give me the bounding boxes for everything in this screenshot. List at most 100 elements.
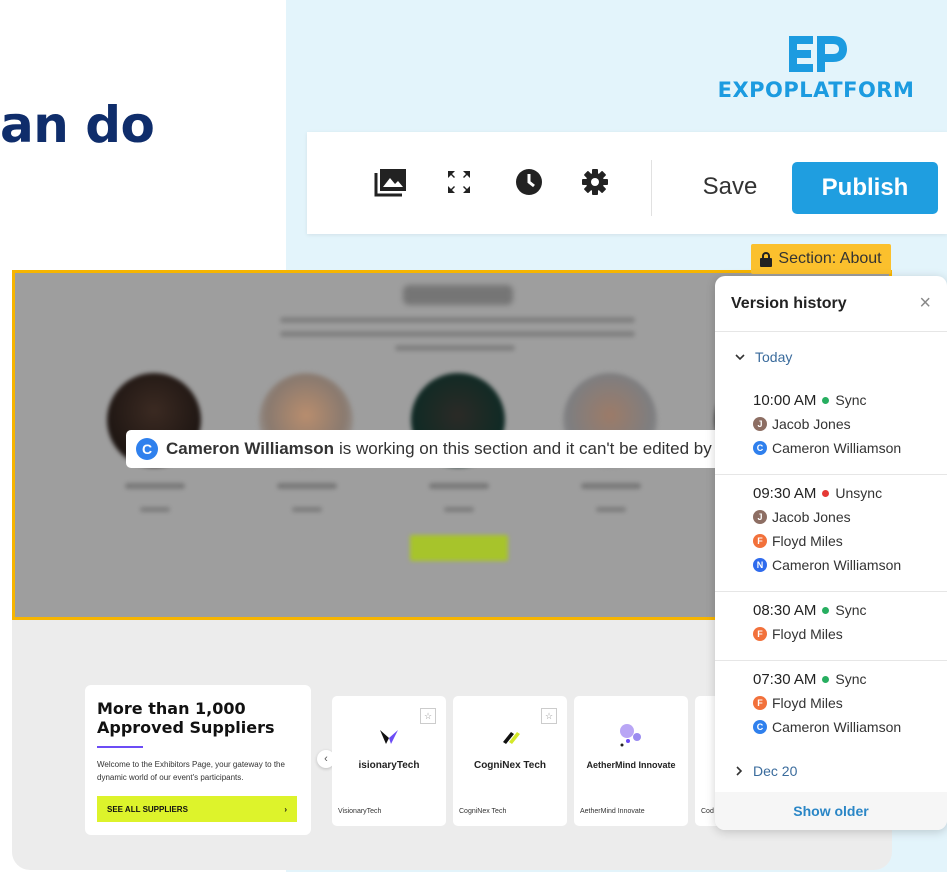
version-status: Unsync [835, 485, 883, 501]
version-user: J Jacob Jones [753, 505, 947, 529]
user-name: Jacob Jones [772, 416, 851, 432]
suppliers-description: Welcome to the Exhibitors Page, your gat… [97, 760, 285, 782]
exhibitor-name: Cod [701, 808, 714, 815]
version-status: Sync [835, 671, 867, 687]
blurred-speaker-name [429, 483, 489, 489]
gear-icon[interactable] [575, 162, 615, 202]
blurred-speaker-name [125, 483, 185, 489]
version-time: 10:00 AM [753, 391, 817, 409]
aethermind-logo-icon [574, 722, 688, 748]
user-name: Cameron Williamson [772, 440, 902, 456]
version-user: N Cameron Williamson [753, 553, 947, 577]
version-entry[interactable]: 09:30 AM Unsync J Jacob Jones F Floyd Miles N C… [715, 475, 947, 592]
exhibitor-name: CogniNex Tech [459, 808, 507, 815]
group-dec20-label: Dec 20 [753, 763, 798, 779]
toolbar-divider [651, 160, 652, 216]
status-dot-icon [822, 606, 830, 614]
version-time-row: 09:30 AM Unsync [753, 481, 947, 505]
user-name: Floyd Miles [772, 533, 843, 549]
version-entry[interactable]: 10:00 AM Sync J Jacob Jones C Cameron William… [715, 382, 947, 475]
version-entry[interactable]: 08:30 AM Sync F Floyd Miles [715, 592, 947, 661]
exhibitor-card[interactable]: AetherMind Innovate AetherMind Innovate [574, 696, 688, 826]
logo-text: EXPOPLATFORM [717, 78, 915, 102]
version-time-row: 08:30 AM Sync [753, 598, 947, 622]
version-time: 09:30 AM [753, 484, 817, 502]
user-name: Floyd Miles [772, 695, 843, 711]
version-user: J Jacob Jones [753, 412, 947, 436]
star-icon[interactable]: ☆ [420, 708, 436, 724]
version-user: F Floyd Miles [753, 622, 947, 646]
user-name: Floyd Miles [772, 626, 843, 642]
user-avatar: F [753, 627, 767, 641]
fullscreen-icon[interactable] [439, 162, 479, 202]
visionarytech-logo-icon [332, 728, 446, 746]
lock-user-name: Cameron Williamson [166, 439, 334, 458]
image-gallery-icon[interactable] [371, 162, 411, 202]
suppliers-card: More than 1,000 Approved Suppliers Welco… [85, 685, 311, 835]
publish-button[interactable]: Publish [792, 162, 938, 214]
exhibitor-brand: CogniNex Tech [473, 760, 547, 771]
group-dec20-toggle[interactable]: Dec 20 [715, 753, 947, 789]
blurred-speaker-role [444, 507, 474, 512]
blurred-cta-button [410, 535, 508, 561]
editor-toolbar: Save Publish [307, 132, 947, 234]
exhibitor-card[interactable]: ☆ CogniNex Tech CogniNex Tech [453, 696, 567, 826]
user-avatar: C [136, 438, 158, 460]
blurred-speaker-role [292, 507, 322, 512]
blurred-speaker-role [596, 507, 626, 512]
blurred-speaker-role [140, 507, 170, 512]
close-icon[interactable]: × [919, 292, 931, 315]
user-name: Cameron Williamson [772, 557, 902, 573]
user-avatar: F [753, 696, 767, 710]
section-tag: Section: About [751, 244, 891, 274]
version-status: Sync [835, 392, 867, 408]
chevron-down-icon [735, 354, 745, 361]
chevron-right-icon: › [284, 804, 287, 814]
version-user: F Floyd Miles [753, 691, 947, 715]
group-today-label: Today [755, 349, 793, 365]
version-user: C Cameron Williamson [753, 715, 947, 739]
save-button[interactable]: Save [690, 162, 770, 212]
version-status: Sync [835, 602, 867, 618]
exhibitor-name: VisionaryTech [338, 808, 382, 815]
version-entries: 10:00 AM Sync J Jacob Jones C Cameron William… [715, 382, 947, 753]
exhibitor-card[interactable]: ☆ isionaryTech VisionaryTech [332, 696, 446, 826]
suppliers-title-line1: More than 1,000 [97, 699, 246, 718]
exhibitor-name: AetherMind Innovate [580, 808, 645, 815]
clock-icon[interactable] [509, 162, 549, 202]
lock-message: is working on this section and it can't … [339, 439, 746, 458]
version-entry[interactable]: 07:30 AM Sync F Floyd Miles C Cameron William… [715, 661, 947, 753]
version-time: 07:30 AM [753, 670, 817, 688]
section-tag-label: Section: About [778, 250, 882, 267]
user-avatar: J [753, 510, 767, 524]
version-history-panel: Version history × Today 10:00 AM Sync J Jac… [715, 276, 947, 830]
blurred-speaker-name [581, 483, 641, 489]
expoplatform-logo: EXPOPLATFORM [700, 32, 932, 102]
version-user: F Floyd Miles [753, 529, 947, 553]
see-all-suppliers-label: SEE ALL SUPPLIERS [107, 804, 188, 814]
ep-logo-icon [700, 32, 932, 76]
title-underline [97, 746, 143, 748]
lock-icon [760, 251, 773, 267]
user-avatar: C [753, 441, 767, 455]
status-dot-icon [822, 675, 830, 683]
suppliers-title: More than 1,000 Approved Suppliers [97, 699, 299, 737]
stage: an do EXPOPLATFORM Save Publish C Camero… [0, 0, 947, 872]
show-older-button[interactable]: Show older [715, 792, 947, 830]
exhibitor-brand: AetherMind Innovate [586, 760, 676, 770]
user-avatar: C [753, 720, 767, 734]
version-time-row: 07:30 AM Sync [753, 667, 947, 691]
blurred-text [395, 345, 515, 351]
section-lock-banner: C Cameron Williamson is working on this … [126, 430, 746, 468]
group-today-toggle[interactable]: Today [715, 332, 947, 382]
user-avatar: J [753, 417, 767, 431]
status-dot-icon [822, 396, 830, 404]
version-history-header: Version history × [715, 276, 947, 332]
status-dot-icon [822, 489, 830, 497]
see-all-suppliers-button[interactable]: SEE ALL SUPPLIERS › [97, 796, 297, 822]
chevron-right-icon [736, 766, 743, 776]
star-icon[interactable]: ☆ [541, 708, 557, 724]
blurred-text [280, 331, 635, 337]
user-avatar: F [753, 534, 767, 548]
blurred-text [280, 317, 635, 323]
